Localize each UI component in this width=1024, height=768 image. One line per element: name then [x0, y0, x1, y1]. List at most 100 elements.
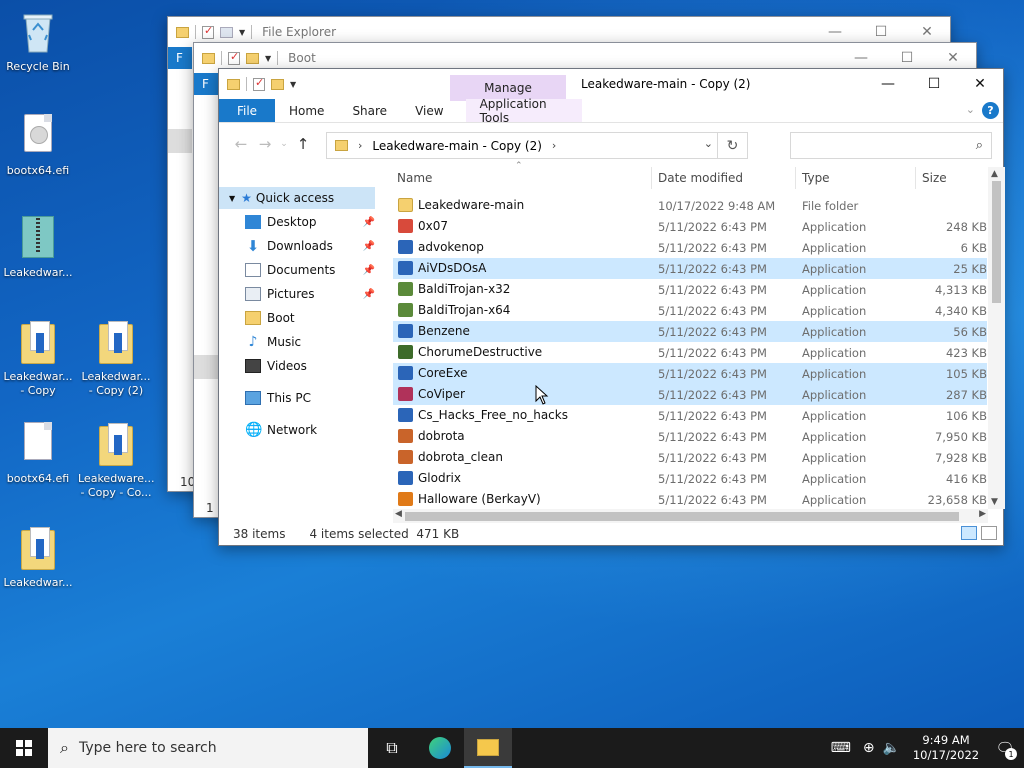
scroll-left-arrow[interactable]: ◀ — [395, 509, 402, 519]
nav-item-desktop[interactable]: Desktop 📌 — [245, 211, 375, 233]
vertical-scrollbar[interactable]: ▲ ▼ — [988, 167, 1005, 509]
file-row[interactable]: AiVDsDOsA 5/11/2022 6:43 PM Application 25 … — [393, 258, 987, 279]
file-row[interactable]: CoViper 5/11/2022 6:43 PM Application 287 K… — [393, 384, 987, 405]
file-row[interactable]: Cs_Hacks_Free_no_hacks 5/11/2022 6:43 PM A… — [393, 405, 987, 426]
notification-center-button[interactable]: 🗨 1 — [986, 728, 1024, 768]
chevron-right-icon[interactable]: › — [552, 139, 556, 152]
taskbar-search-box[interactable]: ⌕ Type here to search — [48, 728, 368, 768]
minimize-button[interactable]: — — [865, 69, 911, 99]
column-header-date[interactable]: Date modified — [658, 167, 793, 189]
up-button[interactable]: ↑ — [291, 135, 315, 153]
expand-ribbon-icon[interactable]: ⌄ — [966, 103, 975, 116]
pin-icon[interactable]: 📌 — [363, 289, 375, 300]
tab-application-tools[interactable]: Application Tools — [465, 97, 582, 125]
refresh-button[interactable]: ↻ — [717, 133, 747, 158]
properties-icon[interactable] — [202, 24, 214, 39]
start-button[interactable] — [0, 728, 48, 768]
recent-locations-button[interactable]: ⌄ — [277, 139, 291, 149]
tab-share[interactable]: Share — [338, 99, 401, 122]
ribbon-file-tab[interactable]: F — [168, 47, 192, 69]
nav-item-pictures[interactable]: Pictures 📌 — [245, 283, 375, 305]
nav-this-pc[interactable]: This PC — [245, 387, 375, 409]
help-icon[interactable]: ? — [982, 102, 999, 119]
pin-icon[interactable]: 📌 — [363, 217, 375, 228]
keyboard-icon[interactable]: ⌨ — [831, 740, 851, 756]
desktop-icon-leakedware-copy-copy[interactable]: Leakedware... - Copy - Co... — [78, 420, 154, 500]
desktop-icon-leakedware-copy-2[interactable]: Leakedwar... - Copy (2) — [78, 318, 154, 398]
close-button[interactable]: ✕ — [957, 69, 1003, 99]
desktop-icon-bootx64[interactable]: bootx64.efi — [0, 112, 76, 178]
file-row[interactable]: 0x07 5/11/2022 6:43 PM Application 248 KB — [393, 216, 987, 237]
desktop-icon-recycle-bin[interactable]: Recycle Bin — [0, 8, 76, 74]
chevron-down-icon[interactable]: ▼ — [290, 80, 296, 89]
address-bar[interactable]: › Leakedware-main - Copy (2) › ⌄ ↻ — [326, 132, 748, 159]
pin-icon[interactable]: 📌 — [363, 265, 375, 276]
details-view-button[interactable] — [961, 526, 977, 540]
file-row[interactable]: dobrota_clean 5/11/2022 6:43 PM Applicatio… — [393, 447, 987, 468]
file-row[interactable]: BaldiTrojan-x64 5/11/2022 6:43 PM Applicat… — [393, 300, 987, 321]
large-icons-view-button[interactable] — [981, 526, 997, 540]
nav-item-boot[interactable]: Boot — [245, 307, 375, 329]
tab-view[interactable]: View — [401, 99, 457, 122]
tab-home[interactable]: Home — [275, 99, 338, 122]
file-list[interactable]: ⌃ Name Date modified Type Size Leakedwar… — [393, 161, 1005, 510]
file-row[interactable]: Benzene 5/11/2022 6:43 PM Application 56 KB — [393, 321, 987, 342]
scroll-down-arrow[interactable]: ▼ — [991, 497, 998, 507]
maximize-button[interactable]: ☐ — [911, 69, 957, 99]
column-header-size[interactable]: Size — [922, 167, 982, 189]
file-row[interactable]: BaldiTrojan-x32 5/11/2022 6:43 PM Applicat… — [393, 279, 987, 300]
file-row[interactable]: advokenop 5/11/2022 6:43 PM Application 6 K… — [393, 237, 987, 258]
nav-item-documents[interactable]: Documents 📌 — [245, 259, 375, 281]
chevron-down-icon[interactable]: ⌄ — [704, 137, 713, 150]
desktop-icon-bootx64-2[interactable]: bootx64.efi — [0, 420, 76, 486]
properties-icon[interactable] — [253, 76, 265, 91]
scroll-right-arrow[interactable]: ▶ — [979, 509, 986, 519]
file-row[interactable]: ChorumeDestructive 5/11/2022 6:43 PM Appli… — [393, 342, 987, 363]
ribbon-file-tab[interactable]: F — [194, 73, 218, 95]
title-bar[interactable]: ▼ Manage Leakedware-main - Copy (2) — ☐ … — [219, 69, 1003, 101]
file-type: Application — [802, 472, 867, 486]
file-row[interactable]: Glodrix 5/11/2022 6:43 PM Application 416 K… — [393, 468, 987, 489]
new-folder-icon[interactable] — [246, 52, 259, 64]
volume-icon[interactable]: 🔈 — [883, 740, 900, 756]
column-header-name[interactable]: Name — [397, 167, 652, 189]
scroll-up-arrow[interactable]: ▲ — [991, 169, 998, 179]
file-row[interactable]: Halloware (BerkayV) 5/11/2022 6:43 PM Appl… — [393, 489, 987, 510]
clock[interactable]: 9:49 AM 10/17/2022 — [906, 733, 986, 763]
chevron-down-icon[interactable]: ▼ — [239, 28, 245, 37]
file-row[interactable]: dobrota 5/11/2022 6:43 PM Application 7,950… — [393, 426, 987, 447]
edge-taskbar-button[interactable] — [416, 728, 464, 768]
nav-network[interactable]: 🌐 Network — [245, 419, 375, 441]
search-box[interactable]: ⌕ — [790, 132, 992, 159]
desktop-icon-leakedware-copy[interactable]: Leakedwar... - Copy — [0, 318, 76, 398]
properties-icon[interactable] — [228, 50, 240, 65]
file-explorer-taskbar-button[interactable] — [464, 728, 512, 768]
file-row[interactable]: Leakedware-main 10/17/2022 9:48 AM File fo… — [393, 195, 987, 216]
new-folder-icon[interactable] — [271, 78, 284, 90]
new-folder-icon[interactable] — [220, 26, 233, 38]
tab-file[interactable]: File — [219, 99, 275, 122]
desktop-icon-leakedware-zip[interactable]: Leakedwar... — [0, 214, 76, 280]
scrollbar-thumb[interactable] — [405, 512, 959, 521]
scrollbar-thumb[interactable] — [992, 181, 1001, 303]
file-row[interactable]: CoreExe 5/11/2022 6:43 PM Application 105 K… — [393, 363, 987, 384]
app-icon — [398, 429, 413, 443]
desktop-icon-leakedware[interactable]: Leakedwar... — [0, 524, 76, 590]
nav-item-music[interactable]: ♪ Music — [245, 331, 375, 353]
chevron-right-icon[interactable]: › — [358, 139, 362, 152]
pin-icon[interactable]: 📌 — [363, 241, 375, 252]
chevron-down-icon[interactable]: ▼ — [229, 194, 235, 203]
nav-item-downloads[interactable]: ⬇ Downloads 📌 — [245, 235, 375, 257]
forward-button[interactable]: → — [253, 135, 277, 153]
chevron-down-icon[interactable]: ▼ — [265, 54, 271, 63]
breadcrumb-segment[interactable]: Leakedware-main - Copy (2) — [372, 139, 541, 153]
back-button[interactable]: ← — [229, 135, 253, 153]
desktop-icon-label: Leakedware... - Copy - Co... — [78, 472, 155, 499]
nav-quick-access[interactable]: ▼ ★ Quick access — [219, 187, 375, 209]
task-view-button[interactable]: ⧉ — [368, 728, 416, 768]
column-header-type[interactable]: Type — [802, 167, 912, 189]
network-status-icon[interactable]: ⊕ — [863, 740, 875, 756]
horizontal-scrollbar[interactable]: ◀ ▶ — [393, 509, 988, 523]
file-explorer-window-main[interactable]: ▼ Manage Leakedware-main - Copy (2) — ☐ … — [218, 68, 1005, 546]
nav-item-videos[interactable]: Videos — [245, 355, 375, 377]
